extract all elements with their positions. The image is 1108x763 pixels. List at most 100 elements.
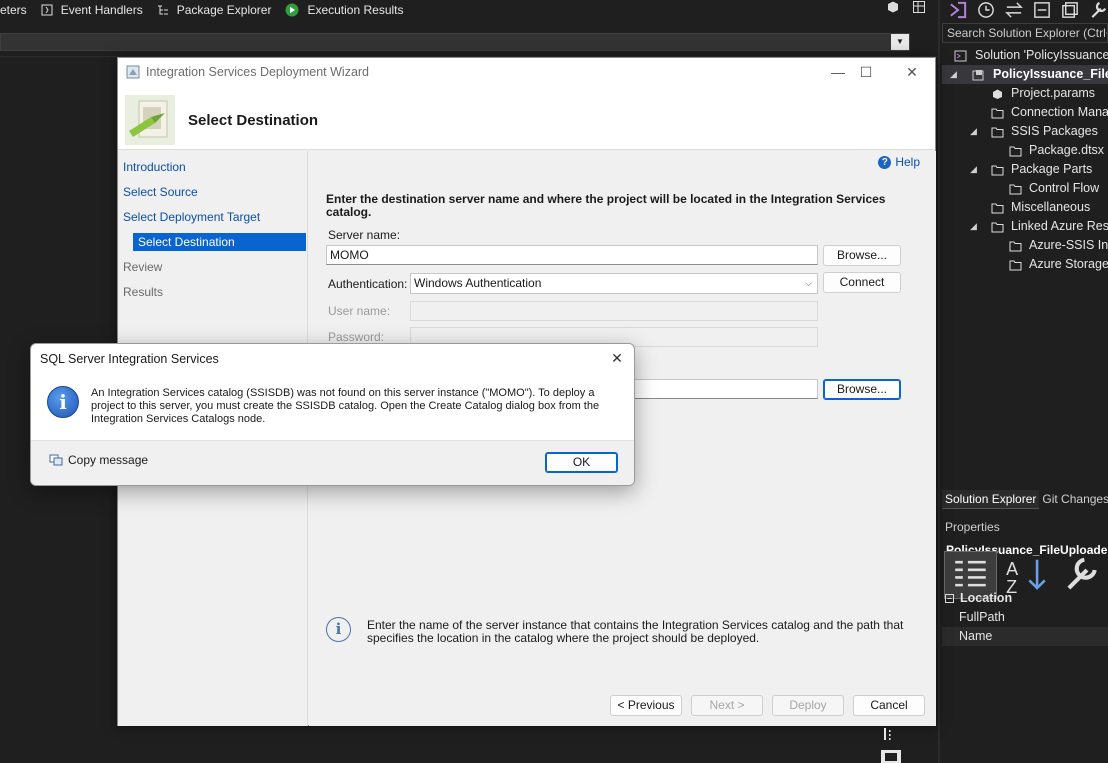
tree-item-project-params[interactable]: Project.params [942, 84, 1108, 103]
authentication-label: Authentication: [328, 277, 408, 291]
tree-item-label: Azure Storage [1029, 257, 1108, 271]
expanded-arrow-icon[interactable]: ◢ [950, 65, 957, 84]
collapse-icon[interactable]: − [945, 594, 954, 604]
nav-step-review: Review [123, 260, 163, 274]
ok-button[interactable]: OK [545, 452, 618, 473]
tree-item-package-parts[interactable]: ◢ Package Parts [942, 160, 1108, 179]
tree-item-label: SSIS Packages [1011, 124, 1098, 138]
solution-tree: Solution 'PolicyIssuance_FileUploader' ◢… [942, 46, 1108, 274]
solution-explorer-tabs: Solution Explorer Git Changes [942, 490, 1108, 509]
folder-icon [991, 127, 1004, 138]
authentication-value: Windows Authentication [414, 276, 542, 290]
collapse-all-icon[interactable] [1032, 0, 1052, 20]
tab-git-changes[interactable]: Git Changes [1039, 490, 1108, 509]
deployment-wizard-icon [125, 95, 175, 145]
tree-item-ssis-packages[interactable]: ◢ SSIS Packages [942, 122, 1108, 141]
package-explorer-icon [157, 5, 168, 15]
tab-solution-explorer[interactable]: Solution Explorer [942, 490, 1040, 509]
tree-item-label: Package Parts [1011, 162, 1093, 176]
vs-switch-view-icon[interactable] [948, 0, 968, 20]
box-icon[interactable] [886, 0, 900, 14]
message-box-dialog: SQL Server Integration Services ✕ i An I… [30, 343, 635, 486]
copy-message-link[interactable]: Copy message [49, 453, 148, 467]
tree-item-azure-storage[interactable]: Azure Storage [942, 255, 1108, 274]
tree-item-project[interactable]: ◢ PolicyIssuance_FileUploader [942, 65, 1108, 84]
solution-icon [954, 50, 967, 62]
server-name-input[interactable]: MOMO [326, 245, 818, 265]
tab-event-handlers[interactable]: Event Handlers [41, 3, 143, 17]
tree-item-label: Miscellaneous [1011, 200, 1091, 214]
project-icon [972, 70, 984, 81]
designer-combo[interactable]: ▼ [0, 33, 910, 51]
close-button[interactable]: ✕ [897, 62, 927, 82]
tab-execution-results[interactable]: Execution Results [285, 3, 404, 17]
tree-item-control-flow[interactable]: Control Flow [942, 179, 1108, 198]
user-name-input[interactable] [410, 301, 818, 321]
tree-item-label: Control Flow [1029, 181, 1100, 195]
folder-icon [991, 203, 1004, 214]
deploy-button: Deploy [772, 695, 844, 716]
close-icon[interactable]: ✕ [606, 348, 628, 368]
info-panel: i Enter the name of the server instance … [326, 617, 926, 657]
solution-explorer-toolbar [942, 0, 1108, 20]
instruction-text: Enter the destination server name and wh… [326, 192, 886, 219]
property-category-label: Location [960, 591, 1013, 605]
wrench-icon[interactable] [1088, 0, 1108, 20]
page-title: Select Destination [188, 112, 319, 129]
expanded-arrow-icon[interactable]: ◢ [970, 122, 977, 141]
minimize-button[interactable]: — [823, 62, 853, 82]
folder-icon [991, 108, 1004, 119]
connect-button[interactable]: Connect [823, 272, 901, 293]
expanded-arrow-icon[interactable]: ◢ [970, 217, 977, 236]
history-icon[interactable] [976, 0, 996, 20]
browse-path-button[interactable]: Browse... [823, 379, 901, 400]
authentication-select[interactable]: Windows Authentication ⌵ [410, 273, 818, 294]
maximize-button[interactable]: ☐ [851, 62, 881, 82]
properties-toolbar: AZ [942, 551, 1108, 599]
property-row-name[interactable]: Name [942, 627, 1108, 646]
package-icon [1009, 146, 1022, 157]
information-icon: i [47, 386, 79, 418]
wizard-title-bar[interactable]: Integration Services Deployment Wizard —… [118, 58, 935, 86]
tab-package-explorer[interactable]: Package Explorer [157, 3, 271, 17]
chevron-down-icon[interactable]: ▼ [891, 34, 909, 50]
server-name-label: Server name: [328, 228, 401, 242]
designer-zoom-icon[interactable] [880, 728, 906, 763]
table-grid-icon[interactable] [912, 0, 926, 14]
tree-item-connection-managers[interactable]: Connection Managers [942, 103, 1108, 122]
tree-item-solution[interactable]: Solution 'PolicyIssuance_FileUploader' [942, 46, 1108, 65]
nav-step-select-destination[interactable]: Select Destination [133, 233, 306, 251]
tab-parameters[interactable]: eters [0, 3, 27, 17]
copy-view-icon[interactable] [1060, 0, 1080, 20]
tree-item-label: Azure-SSIS Integration Runtime [1029, 238, 1108, 252]
message-box-title: SQL Server Integration Services [40, 352, 219, 366]
tree-item-linked-azure-resources[interactable]: ◢ Linked Azure Resources [942, 217, 1108, 236]
params-icon [993, 89, 1002, 99]
property-row-fullpath[interactable]: FullPath [942, 608, 1108, 627]
browse-server-button[interactable]: Browse... [823, 245, 901, 266]
tree-item-label: Linked Azure Resources [1011, 219, 1108, 233]
help-link[interactable]: ? Help [878, 155, 920, 169]
tree-item-label: Solution 'PolicyIssuance_FileUploader' [975, 48, 1108, 62]
solution-explorer-search-input[interactable]: Search Solution Explorer (Ctrl+;) [942, 23, 1108, 43]
property-category-location[interactable]: − Location [942, 589, 1108, 608]
message-text: An Integration Services catalog (SSISDB)… [91, 387, 600, 425]
cancel-button[interactable]: Cancel [853, 695, 925, 716]
message-box-footer: Copy message OK [31, 440, 634, 485]
tree-item-label: Project.params [1011, 86, 1096, 100]
sync-icon[interactable] [1004, 0, 1024, 20]
property-name: Name [959, 629, 993, 643]
folder-icon [1009, 241, 1022, 252]
nav-step-select-deployment-target[interactable]: Select Deployment Target [123, 210, 260, 224]
tree-item-azure-ssis[interactable]: Azure-SSIS Integration Runtime [942, 236, 1108, 255]
event-handlers-icon [41, 4, 53, 16]
nav-step-introduction[interactable]: Introduction [123, 160, 186, 174]
nav-step-select-source[interactable]: Select Source [123, 185, 198, 199]
tree-item-package-dtsx[interactable]: Package.dtsx [942, 141, 1108, 160]
panel-splitter[interactable] [938, 0, 940, 763]
next-button: Next > [691, 695, 763, 716]
expanded-arrow-icon[interactable]: ◢ [970, 160, 977, 179]
tree-item-miscellaneous[interactable]: Miscellaneous [942, 198, 1108, 217]
previous-button[interactable]: < Previous [610, 695, 682, 716]
password-label: Password: [328, 330, 385, 344]
